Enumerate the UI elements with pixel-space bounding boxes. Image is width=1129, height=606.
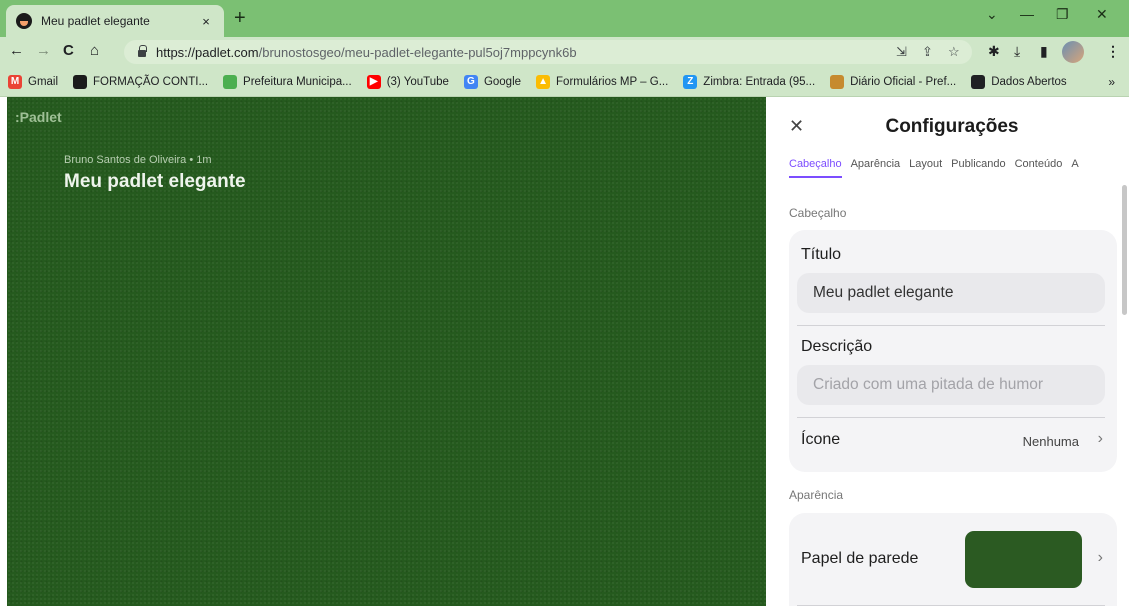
minimize-button[interactable]: — bbox=[1020, 6, 1034, 22]
google-icon: G bbox=[463, 74, 478, 89]
url-path: /brunostosgeo/meu-padlet-elegante-pul5oj… bbox=[258, 44, 577, 60]
browser-tab[interactable]: Meu padlet elegante × bbox=[6, 5, 224, 37]
board-author-line: Bruno Santos de Oliveira • 1m bbox=[64, 154, 212, 166]
tab-search-icon[interactable]: ⌄ bbox=[986, 6, 998, 23]
zimbra-icon: Z bbox=[683, 74, 698, 89]
padlet-logo[interactable]: :Padlet bbox=[15, 109, 62, 125]
bookmark-label: Google bbox=[483, 75, 522, 88]
board-timestamp: 1m bbox=[196, 154, 212, 166]
book-icon bbox=[971, 74, 986, 89]
settings-panel: ✕ Configurações Cabeçalho Aparência Layout… bbox=[775, 97, 1129, 606]
back-icon[interactable]: ← bbox=[9, 42, 24, 60]
profile-avatar[interactable] bbox=[1062, 41, 1084, 63]
bookmark-label: Dados Abertos bbox=[991, 75, 1067, 88]
youtube-icon: ▶ bbox=[366, 74, 381, 89]
bookmark-item[interactable]: ▲ Formulários MP – G... bbox=[536, 74, 669, 89]
title-field-label: Título bbox=[801, 246, 842, 263]
coat-of-arms-icon bbox=[223, 74, 238, 89]
seal-icon bbox=[830, 74, 845, 89]
section-label-header: Cabeçalho bbox=[789, 206, 847, 220]
url-host: https://padlet.com bbox=[156, 44, 259, 60]
padlet-canvas[interactable]: :Padlet Bruno Santos de Oliveira • 1m Me… bbox=[7, 97, 766, 606]
chevron-right-icon: › bbox=[1097, 430, 1103, 447]
extensions-icon[interactable]: ✱ bbox=[988, 43, 1000, 60]
icon-row[interactable]: Ícone Nenhuma › bbox=[789, 418, 1117, 468]
padlet-favicon-icon bbox=[16, 13, 32, 29]
browser-toolbar: ← → C ⌂ https://padlet.com/brunostosgeo/… bbox=[0, 37, 1129, 67]
bookmark-item[interactable]: Dados Abertos bbox=[971, 74, 1067, 89]
menu-kebab-icon[interactable]: ⋮ bbox=[1106, 43, 1120, 60]
settings-title: Configurações bbox=[885, 116, 1019, 137]
description-field-label: Descrição bbox=[801, 338, 873, 355]
author-separator: • bbox=[189, 154, 194, 166]
panel-scrollbar[interactable] bbox=[1122, 185, 1127, 315]
bookmark-label: Gmail bbox=[28, 75, 59, 88]
divider bbox=[797, 325, 1105, 326]
home-icon[interactable]: ⌂ bbox=[90, 42, 99, 60]
wallpaper-row[interactable]: Papel de parede › bbox=[789, 513, 1117, 605]
bookmark-label: (3) YouTube bbox=[386, 75, 449, 88]
title-input[interactable] bbox=[797, 273, 1105, 313]
lock-icon[interactable] bbox=[138, 45, 147, 57]
bookmark-item[interactable]: ▶ (3) YouTube bbox=[366, 74, 449, 89]
drive-icon: ▲ bbox=[536, 74, 551, 89]
close-window-button[interactable]: ✕ bbox=[1096, 6, 1108, 23]
bookmark-star-icon[interactable]: ☆ bbox=[948, 44, 960, 60]
padlet-avatar-icon bbox=[73, 74, 88, 89]
bookmark-item[interactable]: M Gmail bbox=[8, 74, 59, 89]
settings-tab[interactable]: Conteúdo bbox=[1015, 158, 1063, 178]
bookmarks-more-button[interactable]: » bbox=[1108, 75, 1115, 89]
new-tab-button[interactable]: + bbox=[234, 8, 246, 28]
address-bar[interactable]: https://padlet.com/brunostosgeo/meu-padl… bbox=[124, 40, 972, 64]
gmail-icon: M bbox=[8, 74, 22, 89]
bookmark-label: FORMAÇÃO CONTI... bbox=[93, 75, 209, 88]
settings-tab[interactable]: Layout bbox=[909, 158, 942, 178]
board-author: Bruno Santos de Oliveira bbox=[64, 154, 187, 166]
tab-title: Meu padlet elegante bbox=[41, 14, 150, 28]
bookmark-item[interactable]: FORMAÇÃO CONTI... bbox=[73, 74, 209, 89]
section-label-appearance: Aparência bbox=[789, 488, 844, 502]
share-icon[interactable]: ⇪ bbox=[922, 44, 933, 60]
browser-tab-strip: Meu padlet elegante × + ⌄ — ❐ ✕ bbox=[0, 0, 1129, 37]
bookmark-item[interactable]: Prefeitura Municipa... bbox=[223, 74, 352, 89]
settings-tab[interactable]: A bbox=[1071, 158, 1078, 178]
settings-tab[interactable]: Aparência bbox=[851, 158, 901, 178]
appearance-settings-card: Papel de parede › bbox=[789, 513, 1117, 606]
bookmark-item[interactable]: Z Zimbra: Entrada (95... bbox=[683, 74, 816, 89]
bookmark-label: Formulários MP – G... bbox=[556, 75, 669, 88]
wallpaper-swatch[interactable] bbox=[965, 531, 1082, 588]
restore-button[interactable]: ❐ bbox=[1056, 6, 1069, 23]
tab-close-icon[interactable]: × bbox=[198, 14, 214, 29]
chevron-right-icon: › bbox=[1097, 549, 1103, 566]
bookmark-label: Prefeitura Municipa... bbox=[243, 75, 352, 88]
bookmark-item[interactable]: G Google bbox=[463, 74, 522, 89]
bookmarks-bar: M Gmail FORMAÇÃO CONTI... Prefeitura Munici… bbox=[0, 67, 1129, 97]
icon-field-label: Ícone bbox=[801, 431, 841, 448]
bookmark-item[interactable]: Diário Oficial - Pref... bbox=[830, 74, 957, 89]
settings-tabs: Cabeçalho Aparência Layout Publicando Conteú… bbox=[789, 158, 1088, 178]
settings-tab[interactable]: Cabeçalho bbox=[789, 158, 842, 178]
bookmark-label: Zimbra: Entrada (95... bbox=[703, 75, 816, 88]
side-panel-icon[interactable]: ▮ bbox=[1040, 43, 1048, 60]
wallpaper-label: Papel de parede bbox=[801, 550, 919, 567]
reload-icon[interactable]: C bbox=[63, 42, 74, 60]
board-title[interactable]: Meu padlet elegante bbox=[64, 171, 246, 193]
icon-value: Nenhuma bbox=[1022, 434, 1079, 449]
forward-icon[interactable]: → bbox=[36, 42, 51, 60]
url-text: https://padlet.com/brunostosgeo/meu-padl… bbox=[156, 45, 577, 60]
description-input[interactable] bbox=[797, 365, 1105, 405]
download-icon[interactable]: ⤓ bbox=[1014, 43, 1020, 60]
settings-tab[interactable]: Publicando bbox=[951, 158, 1005, 178]
bookmark-label: Diário Oficial - Pref... bbox=[850, 75, 957, 88]
header-settings-card: Título Descrição Ícone Nenhuma › bbox=[789, 230, 1117, 472]
install-app-icon[interactable]: ⇲ bbox=[896, 44, 907, 60]
